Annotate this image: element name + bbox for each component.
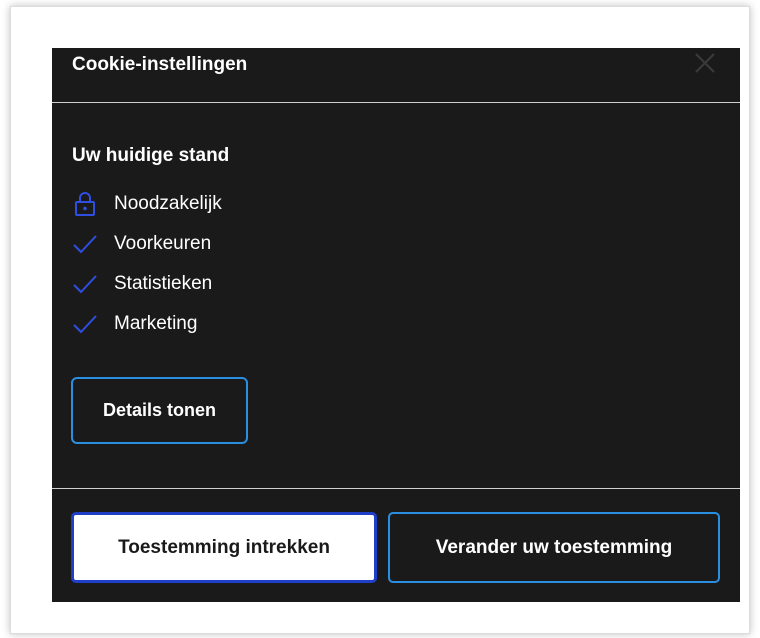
list-item-necessary: Noodzakelijk — [72, 184, 222, 224]
list-item-label: Statistieken — [114, 273, 213, 294]
list-item-statistics: Statistieken — [72, 264, 222, 304]
dialog-header: Cookie-instellingen — [52, 48, 740, 103]
show-details-button[interactable]: Details tonen — [71, 377, 248, 444]
checkmark-icon — [72, 230, 98, 258]
list-item-preferences: Voorkeuren — [72, 224, 222, 264]
lock-icon — [72, 190, 98, 218]
list-item-label: Noodzakelijk — [114, 193, 222, 214]
dialog-title: Cookie-instellingen — [72, 54, 248, 75]
change-consent-button[interactable]: Verander uw toestemming — [388, 512, 720, 583]
dialog-footer-divider — [52, 488, 740, 489]
list-item-label: Voorkeuren — [114, 233, 212, 254]
list-item-label: Marketing — [114, 313, 198, 334]
list-item-marketing: Marketing — [72, 304, 222, 344]
current-state-heading: Uw huidige stand — [72, 145, 230, 166]
close-icon[interactable] — [692, 50, 718, 76]
withdraw-consent-button[interactable]: Toestemming intrekken — [71, 512, 377, 583]
cookie-settings-dialog: Cookie-instellingen Uw huidige stand Noo… — [52, 48, 740, 602]
consent-list: Noodzakelijk Voorkeuren Statistieken Mar… — [72, 184, 222, 344]
checkmark-icon — [72, 310, 98, 338]
checkmark-icon — [72, 270, 98, 298]
